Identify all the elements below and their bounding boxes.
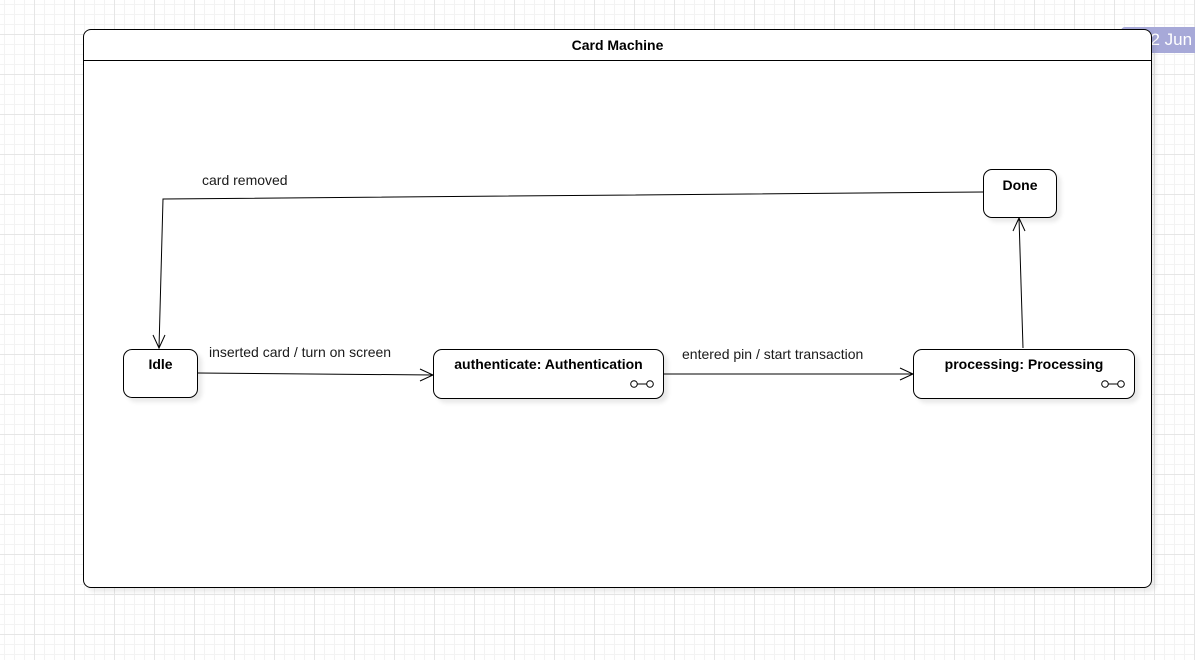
- transition-done-to-idle[interactable]: [158, 191, 984, 349]
- state-done-label: Done: [1002, 177, 1038, 193]
- transition-label-card-removed: card removed: [202, 172, 288, 188]
- state-authenticate[interactable]: authenticate: Authentication: [433, 349, 664, 399]
- state-processing[interactable]: processing: Processing: [913, 349, 1135, 399]
- state-idle[interactable]: Idle: [123, 349, 198, 398]
- transition-label-inserted-card: inserted card / turn on screen: [209, 344, 392, 360]
- state-idle-label: Idle: [148, 356, 173, 372]
- transition-idle-to-authenticate[interactable]: [197, 372, 434, 376]
- transition-processing-to-done[interactable]: [1018, 217, 1024, 349]
- state-authenticate-label: authenticate: Authentication: [454, 356, 643, 372]
- state-done[interactable]: Done: [983, 169, 1057, 218]
- transitions-layer: [152, 191, 1026, 382]
- state-processing-label: processing: Processing: [944, 356, 1104, 372]
- submachine-icon: [630, 380, 654, 388]
- transition-label-entered-pin: entered pin / start transaction: [682, 346, 864, 362]
- submachine-icon: [1101, 380, 1125, 388]
